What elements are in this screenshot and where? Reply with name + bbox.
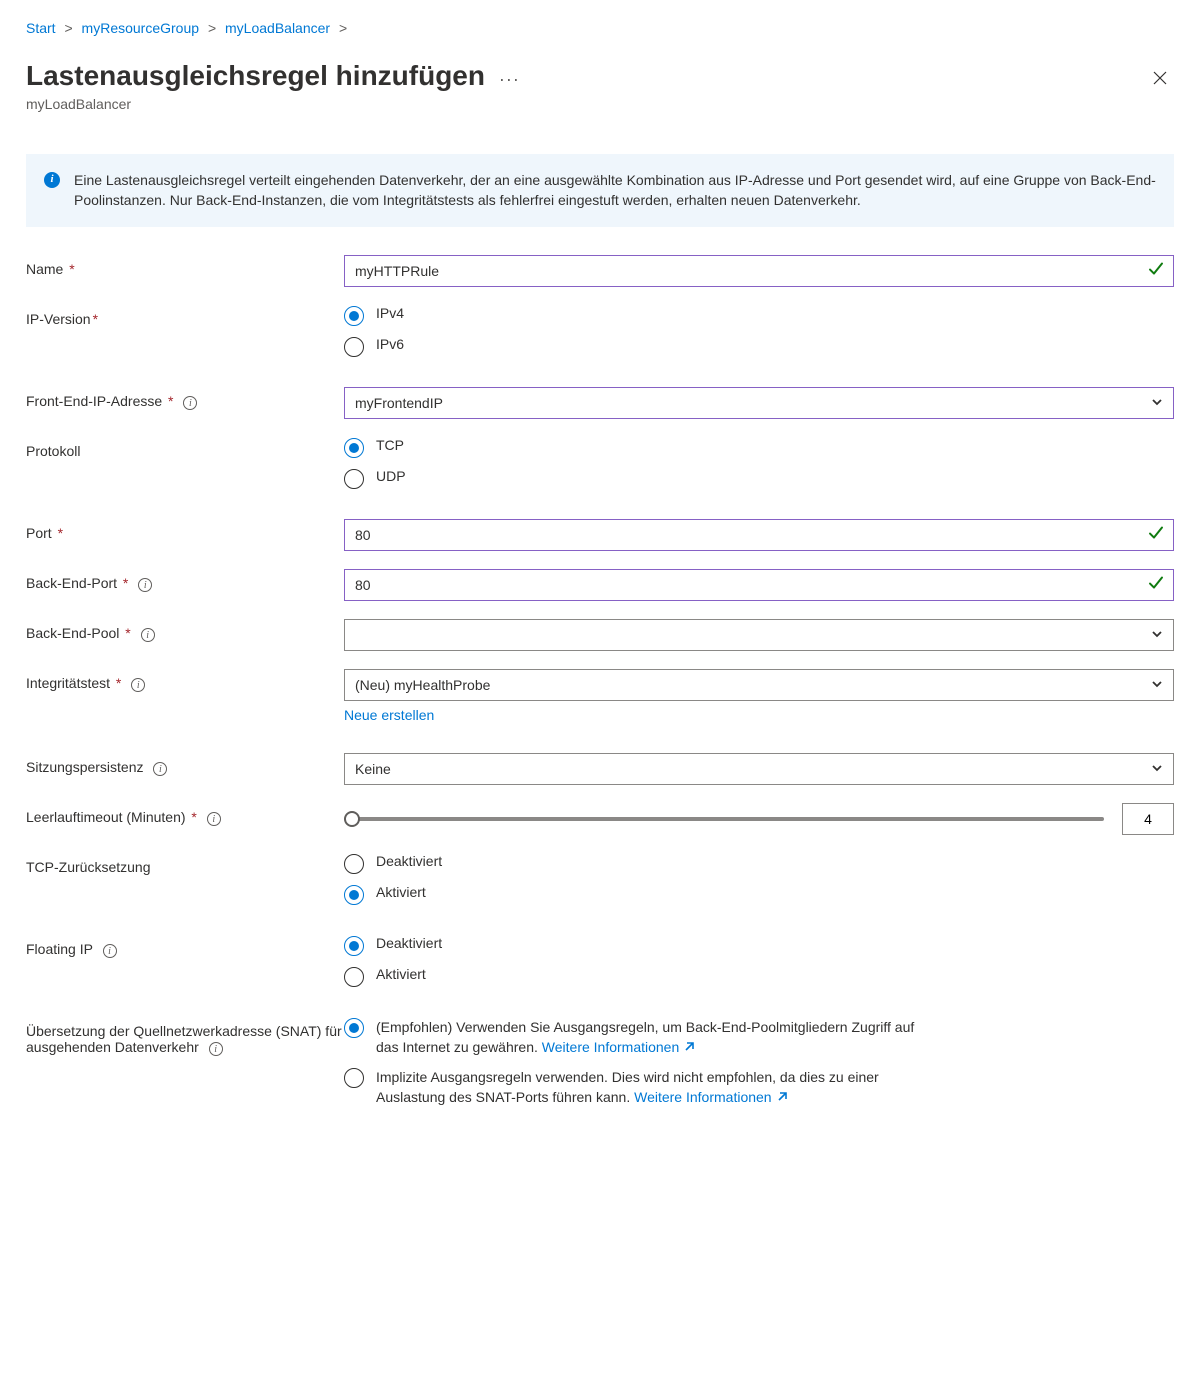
external-link-icon xyxy=(683,1037,695,1057)
form: Name * IP-Version* IPv4 IPv6 xyxy=(26,255,1174,1108)
external-link-icon xyxy=(776,1087,788,1107)
check-icon xyxy=(1148,524,1164,543)
slider-track xyxy=(344,817,1104,821)
chevron-down-icon xyxy=(1151,761,1163,777)
radio-icon xyxy=(344,469,364,489)
backend-port-input[interactable] xyxy=(344,569,1174,601)
radio-floating-ip-disabled[interactable]: Deaktiviert xyxy=(344,935,1174,956)
radio-ipv4[interactable]: IPv4 xyxy=(344,305,1174,326)
info-banner: i Eine Lastenausgleichsregel verteilt ei… xyxy=(26,154,1174,227)
label-idle-timeout: Leerlauftimeout (Minuten) * i xyxy=(26,803,344,827)
page-subtitle: myLoadBalancer xyxy=(26,96,520,112)
radio-icon xyxy=(344,306,364,326)
radio-floating-ip-enabled[interactable]: Aktiviert xyxy=(344,966,1174,987)
radio-snat-implicit[interactable]: Implizite Ausgangsregeln verwenden. Dies… xyxy=(344,1067,1174,1108)
snat-group: (Empfohlen) Verwenden Sie Ausgangsregeln… xyxy=(344,1017,1174,1108)
info-icon[interactable]: i xyxy=(209,1042,223,1056)
radio-tcp-reset-disabled[interactable]: Deaktiviert xyxy=(344,853,1174,874)
backend-pool-select[interactable] xyxy=(344,619,1174,651)
name-input[interactable] xyxy=(344,255,1174,287)
breadcrumb-item[interactable]: myResourceGroup xyxy=(82,20,200,36)
info-icon[interactable]: i xyxy=(183,396,197,410)
radio-icon xyxy=(344,854,364,874)
radio-icon xyxy=(344,438,364,458)
info-icon[interactable]: i xyxy=(153,762,167,776)
info-icon[interactable]: i xyxy=(103,944,117,958)
radio-udp[interactable]: UDP xyxy=(344,468,1174,489)
label-port: Port * xyxy=(26,519,344,541)
chevron-down-icon xyxy=(1151,395,1163,411)
page-header: Lastenausgleichsregel hinzufügen ··· myL… xyxy=(26,60,1174,112)
label-frontend-ip: Front-End-IP-Adresse * i xyxy=(26,387,344,411)
radio-icon xyxy=(344,936,364,956)
label-protocol: Protokoll xyxy=(26,437,344,459)
page-title: Lastenausgleichsregel hinzufügen xyxy=(26,60,485,92)
port-input[interactable] xyxy=(344,519,1174,551)
radio-tcp[interactable]: TCP xyxy=(344,437,1174,458)
snat-learn-more-link-2[interactable]: Weitere Informationen xyxy=(634,1089,787,1105)
frontend-ip-select[interactable]: myFrontendIP xyxy=(344,387,1174,419)
ip-version-group: IPv4 IPv6 xyxy=(344,305,1174,357)
idle-timeout-value[interactable] xyxy=(1122,803,1174,835)
slider-thumb[interactable] xyxy=(344,811,360,827)
check-icon xyxy=(1148,260,1164,279)
health-probe-select[interactable]: (Neu) myHealthProbe xyxy=(344,669,1174,701)
info-icon: i xyxy=(44,172,60,188)
chevron-right-icon: > xyxy=(64,20,72,36)
label-health-probe: Integritätstest * i xyxy=(26,669,344,693)
info-icon[interactable]: i xyxy=(131,678,145,692)
info-icon[interactable]: i xyxy=(138,578,152,592)
label-floating-ip: Floating IP i xyxy=(26,935,344,959)
info-icon[interactable]: i xyxy=(207,812,221,826)
snat-learn-more-link-1[interactable]: Weitere Informationen xyxy=(542,1039,695,1055)
check-icon xyxy=(1148,574,1164,593)
info-banner-text: Eine Lastenausgleichsregel verteilt eing… xyxy=(74,170,1156,211)
chevron-right-icon: > xyxy=(339,20,347,36)
breadcrumb-item[interactable]: myLoadBalancer xyxy=(225,20,330,36)
label-name: Name * xyxy=(26,255,344,277)
session-persistence-select[interactable]: Keine xyxy=(344,753,1174,785)
label-tcp-reset: TCP-Zurücksetzung xyxy=(26,853,344,875)
label-ip-version: IP-Version* xyxy=(26,305,344,327)
label-snat: Übersetzung der Quellnetzwerkadresse (SN… xyxy=(26,1017,344,1057)
radio-icon xyxy=(344,885,364,905)
close-icon xyxy=(1152,70,1168,86)
label-backend-pool: Back-End-Pool * i xyxy=(26,619,344,643)
radio-snat-recommended[interactable]: (Empfohlen) Verwenden Sie Ausgangsregeln… xyxy=(344,1017,1174,1058)
label-backend-port: Back-End-Port * i xyxy=(26,569,344,593)
chevron-down-icon xyxy=(1151,677,1163,693)
chevron-down-icon xyxy=(1151,627,1163,643)
breadcrumb: Start > myResourceGroup > myLoadBalancer… xyxy=(26,20,1174,36)
create-new-probe-link[interactable]: Neue erstellen xyxy=(344,707,434,723)
close-button[interactable] xyxy=(1146,66,1174,95)
radio-icon xyxy=(344,1068,364,1088)
label-session-persistence: Sitzungspersistenz i xyxy=(26,753,344,777)
idle-timeout-slider[interactable] xyxy=(344,809,1104,829)
floating-ip-group: Deaktiviert Aktiviert xyxy=(344,935,1174,987)
breadcrumb-item[interactable]: Start xyxy=(26,20,56,36)
radio-icon xyxy=(344,337,364,357)
radio-ipv6[interactable]: IPv6 xyxy=(344,336,1174,357)
chevron-right-icon: > xyxy=(208,20,216,36)
info-icon[interactable]: i xyxy=(141,628,155,642)
tcp-reset-group: Deaktiviert Aktiviert xyxy=(344,853,1174,905)
radio-icon xyxy=(344,967,364,987)
radio-tcp-reset-enabled[interactable]: Aktiviert xyxy=(344,884,1174,905)
more-actions-button[interactable]: ··· xyxy=(499,69,520,89)
protocol-group: TCP UDP xyxy=(344,437,1174,489)
radio-icon xyxy=(344,1018,364,1038)
